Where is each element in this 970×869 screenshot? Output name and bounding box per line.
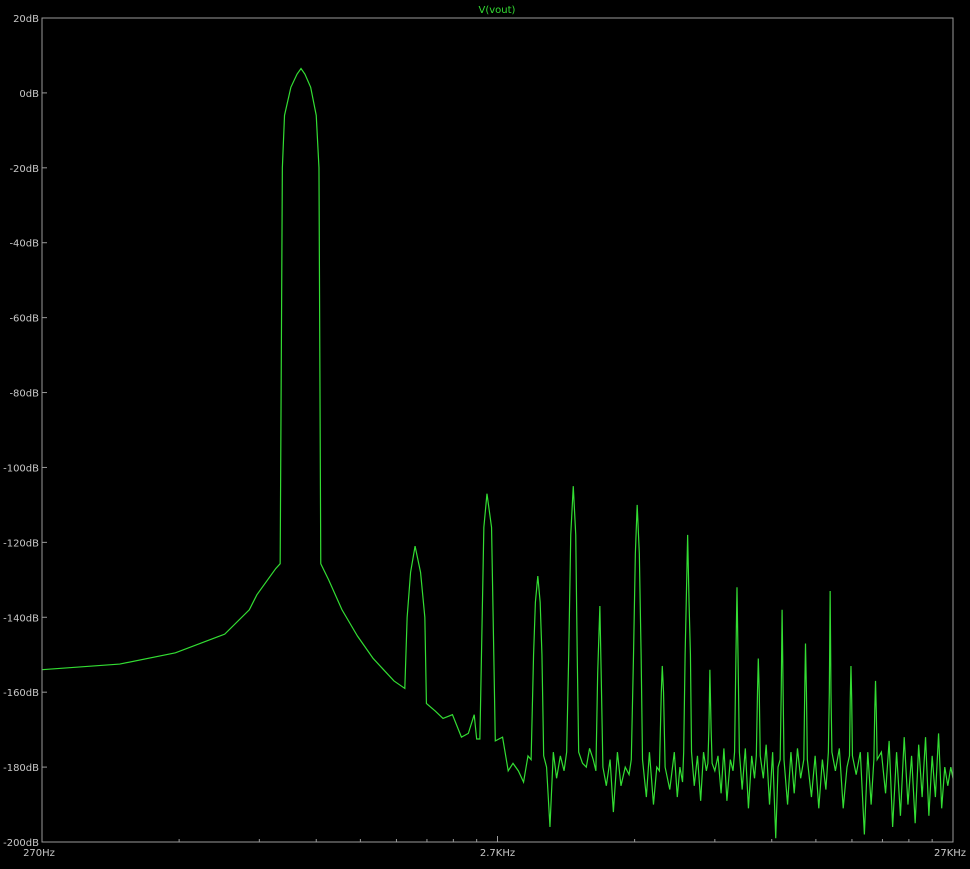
y-tick-label: -120dB: [3, 538, 39, 549]
plot-background: [0, 0, 970, 869]
y-tick-label: 0dB: [19, 89, 39, 100]
y-tick-label: -180dB: [3, 763, 39, 774]
y-tick-label: -160dB: [3, 688, 39, 699]
y-tick-label: -40dB: [9, 239, 39, 250]
y-tick-label: -80dB: [9, 389, 39, 400]
spectrum-plot: V(vout) 20dB 0dB -20dB -40dB -60dB -80dB -100d…: [0, 0, 970, 869]
x-tick-label: 2.7KHz: [480, 848, 515, 859]
y-tick-label: -100dB: [3, 463, 39, 474]
chart-title: V(vout): [479, 5, 516, 16]
y-tick-label: -60dB: [9, 314, 39, 325]
y-tick-label: -20dB: [9, 164, 39, 175]
x-tick-label: 270Hz: [23, 848, 55, 859]
x-tick-label: 27KHz: [934, 848, 966, 859]
y-tick-label: 20dB: [13, 14, 39, 25]
y-tick-label: -140dB: [3, 613, 39, 624]
